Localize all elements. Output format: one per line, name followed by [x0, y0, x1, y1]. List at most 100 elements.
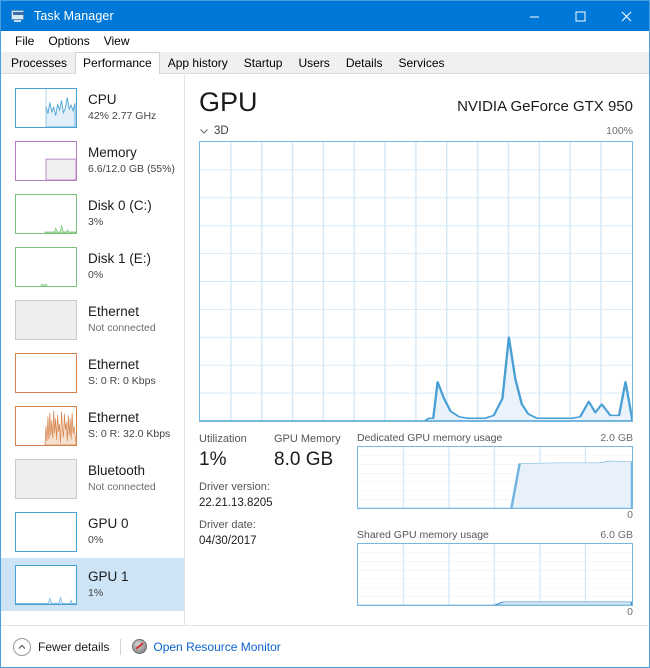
- sidebar-item-gpu-0[interactable]: GPU 0 0%: [1, 505, 184, 558]
- sidebar-sub-disk-1: 0%: [88, 269, 104, 281]
- sidebar-sub-ethernet-1: Not connected: [88, 322, 156, 334]
- sidebar-title-memory: Memory: [88, 145, 137, 160]
- driver-date-value: 04/30/2017: [199, 535, 257, 547]
- close-button[interactable]: [603, 1, 649, 31]
- sidebar-sub-gpu-0: 0%: [88, 534, 104, 546]
- gpu-memory-label: GPU Memory: [274, 433, 341, 445]
- gpu-1-thumbnail: [15, 564, 77, 605]
- gpu-stats: Utilization 1% GPU Memory 8.0 GB Driver …: [199, 432, 349, 625]
- menu-item-options[interactable]: Options: [41, 31, 96, 52]
- gpu-memory-value: 8.0 GB: [274, 449, 334, 470]
- dedicated-memory-header: Dedicated GPU memory usage 2.0 GB: [357, 432, 633, 444]
- dedicated-memory-title: Dedicated GPU memory usage: [357, 432, 503, 444]
- sidebar-item-cpu[interactable]: CPU 42% 2.77 GHz: [1, 81, 184, 134]
- driver-version-label: Driver version:: [199, 481, 270, 493]
- shared-memory-max: 6.0 GB: [600, 529, 633, 541]
- shared-memory-header: Shared GPU memory usage 6.0 GB: [357, 529, 633, 541]
- chevron-up-circle-icon: [13, 637, 31, 656]
- window-title: Task Manager: [34, 9, 114, 23]
- open-resource-monitor-link[interactable]: Open Resource Monitor: [132, 639, 281, 654]
- sidebar-title-ethernet-1: Ethernet: [88, 304, 140, 319]
- engine-selector[interactable]: 3D: [199, 125, 229, 137]
- ethernet-1-thumbnail: [15, 299, 77, 340]
- disk-0-thumbnail: [15, 193, 77, 234]
- status-bar: Fewer details Open Resource Monitor: [1, 625, 649, 667]
- shared-memory-chart-svg: [358, 544, 632, 605]
- minimize-button[interactable]: [511, 1, 557, 31]
- gpu-0-thumbnail: [15, 511, 77, 552]
- dedicated-memory-block: Dedicated GPU memory usage 2.0 GB 0: [357, 432, 633, 522]
- dedicated-memory-max: 2.0 GB: [600, 432, 633, 444]
- gpu-memory-stat: GPU Memory 8.0 GB: [274, 432, 349, 473]
- sidebar-sub-ethernet-3: S: 0 R: 32.0 Kbps: [88, 428, 171, 440]
- sidebar-sub-cpu: 42% 2.77 GHz: [88, 110, 157, 122]
- gpu-memory-charts: Dedicated GPU memory usage 2.0 GB 0 Shar…: [349, 432, 633, 625]
- task-manager-icon: [10, 8, 26, 24]
- dedicated-memory-chart: [357, 446, 633, 509]
- tab-services[interactable]: Services: [390, 52, 453, 73]
- menu-bar: File Options View: [1, 31, 649, 52]
- sidebar-text-gpu-1: GPU 1 1%: [88, 569, 129, 600]
- sidebar-item-ethernet-3[interactable]: Ethernet S: 0 R: 32.0 Kbps: [1, 399, 184, 452]
- utilization-label: Utilization: [199, 433, 247, 445]
- ethernet-3-thumbnail: [15, 405, 77, 446]
- sidebar-title-bluetooth: Bluetooth: [88, 463, 146, 478]
- sidebar-title-ethernet-2: Ethernet: [88, 357, 140, 372]
- sidebar-item-bluetooth[interactable]: Bluetooth Not connected: [1, 452, 184, 505]
- engine-chart-header: 3D 100%: [199, 123, 633, 138]
- tab-bar: Processes Performance App history Startu…: [1, 52, 649, 74]
- open-resource-monitor-label: Open Resource Monitor: [153, 639, 281, 654]
- gpu-model-label: NVIDIA GeForce GTX 950: [457, 98, 633, 115]
- sidebar-item-memory[interactable]: Memory 6.6/12.0 GB (55%): [1, 134, 184, 187]
- driver-version-value: 22.21.13.8205: [199, 497, 273, 509]
- sidebar-item-ethernet-2[interactable]: Ethernet S: 0 R: 0 Kbps: [1, 346, 184, 399]
- sidebar-text-disk-1: Disk 1 (E:) 0%: [88, 251, 151, 282]
- maximize-button[interactable]: [557, 1, 603, 31]
- cpu-thumbnail: [15, 87, 77, 128]
- sidebar-sub-disk-0: 3%: [88, 216, 104, 228]
- page-title: GPU: [199, 87, 258, 117]
- tab-processes[interactable]: Processes: [3, 52, 76, 73]
- sidebar-item-disk-0[interactable]: Disk 0 (C:) 3%: [1, 187, 184, 240]
- shared-memory-min: 0: [627, 606, 633, 618]
- gpu-utilization-chart-svg: [200, 142, 632, 421]
- driver-date-label: Driver date:: [199, 519, 256, 531]
- gpu-header: GPU NVIDIA GeForce GTX 950: [199, 87, 633, 117]
- shared-memory-title: Shared GPU memory usage: [357, 529, 489, 541]
- dedicated-memory-min: 0: [627, 509, 633, 521]
- sidebar-title-gpu-1: GPU 1: [88, 569, 129, 584]
- shared-memory-chart: [357, 543, 633, 606]
- tab-details[interactable]: Details: [337, 52, 391, 73]
- menu-item-view[interactable]: View: [97, 31, 137, 52]
- tab-performance[interactable]: Performance: [75, 52, 160, 74]
- sidebar-text-ethernet-1: Ethernet Not connected: [88, 304, 156, 335]
- sidebar-title-cpu: CPU: [88, 92, 117, 107]
- tab-app-history[interactable]: App history: [159, 52, 236, 73]
- sidebar-item-gpu-1[interactable]: GPU 1 1%: [1, 558, 184, 611]
- sidebar-text-bluetooth: Bluetooth Not connected: [88, 463, 156, 494]
- sidebar-sub-ethernet-2: S: 0 R: 0 Kbps: [88, 375, 156, 387]
- sidebar-sub-bluetooth: Not connected: [88, 481, 156, 493]
- fewer-details-button[interactable]: Fewer details: [13, 637, 110, 656]
- sidebar-item-disk-1[interactable]: Disk 1 (E:) 0%: [1, 240, 184, 293]
- sidebar-sub-memory: 6.6/12.0 GB (55%): [88, 163, 175, 175]
- sidebar-item-ethernet-1[interactable]: Ethernet Not connected: [1, 293, 184, 346]
- chevron-down-icon: [199, 126, 209, 136]
- sidebar-text-disk-0: Disk 0 (C:) 3%: [88, 198, 152, 229]
- sidebar-text-ethernet-2: Ethernet S: 0 R: 0 Kbps: [88, 357, 156, 388]
- shared-memory-block: Shared GPU memory usage 6.0 GB 0: [357, 529, 633, 619]
- resource-sidebar[interactable]: CPU 42% 2.77 GHz Memory 6.6/12.0 GB (55%…: [1, 75, 185, 625]
- sidebar-text-memory: Memory 6.6/12.0 GB (55%): [88, 145, 175, 176]
- gpu-stats-row: Utilization 1% GPU Memory 8.0 GB: [199, 432, 349, 473]
- tab-users[interactable]: Users: [290, 52, 338, 73]
- sidebar-title-gpu-0: GPU 0: [88, 516, 129, 531]
- fewer-details-label: Fewer details: [38, 639, 110, 654]
- sidebar-title-disk-0: Disk 0 (C:): [88, 198, 152, 213]
- title-bar: Task Manager: [1, 1, 649, 31]
- dedicated-memory-chart-svg: [358, 447, 632, 508]
- tab-startup[interactable]: Startup: [235, 52, 291, 73]
- window-controls: [511, 1, 649, 31]
- sidebar-text-cpu: CPU 42% 2.77 GHz: [88, 92, 156, 123]
- gpu-lower-section: Utilization 1% GPU Memory 8.0 GB Driver …: [199, 432, 633, 625]
- menu-item-file[interactable]: File: [8, 31, 41, 52]
